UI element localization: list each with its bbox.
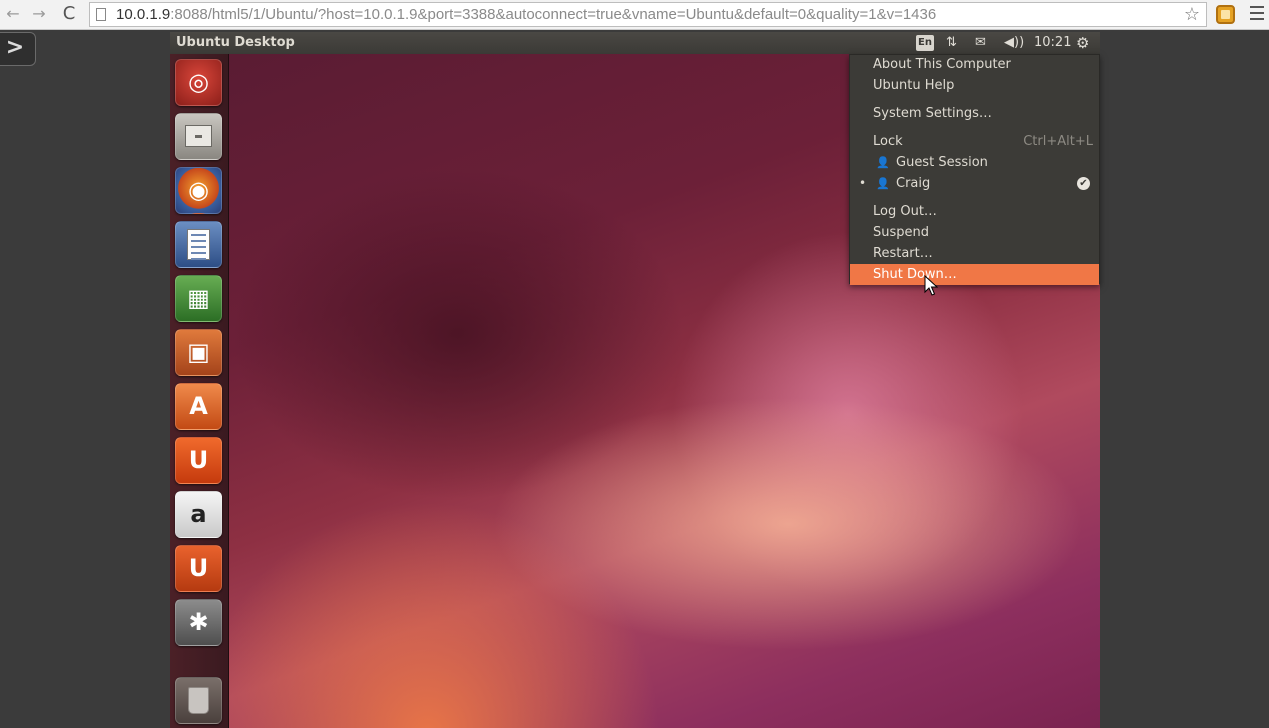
- browser-menu-icon[interactable]: [1250, 6, 1264, 22]
- launcher-writer[interactable]: [175, 221, 222, 268]
- launcher-impress[interactable]: ▣: [175, 329, 222, 376]
- panel-title: Ubuntu Desktop: [176, 35, 295, 50]
- mail-icon[interactable]: ✉: [975, 34, 986, 52]
- menu-guest-session[interactable]: 👤 Guest Session: [850, 152, 1099, 173]
- lock-shortcut: Ctrl+Alt+L: [1023, 134, 1093, 149]
- menu-user-craig[interactable]: • 👤 Craig ✔: [850, 173, 1099, 194]
- chevron-right-icon: >: [5, 35, 25, 60]
- menu-lock[interactable]: Lock Ctrl+Alt+L: [850, 131, 1099, 152]
- menu-system-settings[interactable]: System Settings…: [850, 103, 1099, 124]
- network-icon[interactable]: ⇅: [946, 34, 957, 52]
- launcher-calc[interactable]: ▦: [175, 275, 222, 322]
- menu-log-out[interactable]: Log Out…: [850, 201, 1099, 222]
- active-user-bullet: •: [859, 176, 867, 190]
- reload-button[interactable]: C: [59, 4, 79, 24]
- file-cabinet-icon: [185, 125, 212, 147]
- page-icon: [96, 8, 106, 21]
- launcher-ubuntu-one[interactable]: U: [175, 437, 222, 484]
- trash-icon: [188, 687, 209, 714]
- launcher-amazon[interactable]: a: [175, 491, 222, 538]
- launcher-firefox[interactable]: ◉: [175, 167, 222, 214]
- launcher: ◎ ◉ ▦ ▣ A U a U ✱: [170, 54, 229, 728]
- menu-about-this-computer[interactable]: About This Computer: [850, 54, 1099, 75]
- user-icon: 👤: [876, 156, 890, 169]
- url-path: :8088/html5/1/Ubuntu/?host=10.0.1.9&port…: [170, 6, 937, 23]
- user-icon: 👤: [876, 177, 890, 190]
- forward-button[interactable]: →: [29, 4, 49, 24]
- launcher-software-center[interactable]: A: [175, 383, 222, 430]
- spreadsheet-icon: ▦: [187, 284, 210, 312]
- back-button[interactable]: ←: [3, 4, 23, 24]
- url-text[interactable]: 10.0.1.9:8088/html5/1/Ubuntu/?host=10.0.…: [116, 6, 936, 23]
- session-menu: About This Computer Ubuntu Help System S…: [849, 54, 1100, 285]
- menu-separator: [850, 127, 1099, 128]
- user-label: Craig: [896, 176, 931, 191]
- menu-separator: [850, 197, 1099, 198]
- back-arrow-icon: ←: [6, 4, 20, 23]
- forward-arrow-icon: →: [32, 4, 46, 23]
- sound-icon[interactable]: ◀)): [1004, 34, 1024, 52]
- launcher-ubuntu-one-music[interactable]: U: [175, 545, 222, 592]
- mouse-cursor-icon: [924, 275, 938, 296]
- headphones-icon: U: [188, 554, 209, 582]
- launcher-dash[interactable]: ◎: [175, 59, 222, 106]
- software-bag-icon: A: [189, 392, 208, 420]
- bookmark-star-icon[interactable]: ☆: [1184, 4, 1200, 25]
- address-bar[interactable]: 10.0.1.9:8088/html5/1/Ubuntu/?host=10.0.…: [89, 2, 1207, 27]
- browser-toolbar: ← → C 10.0.1.9:8088/html5/1/Ubuntu/?host…: [0, 0, 1269, 30]
- menu-suspend[interactable]: Suspend: [850, 222, 1099, 243]
- presentation-icon: ▣: [187, 338, 210, 366]
- reload-icon: C: [62, 3, 76, 24]
- menu-shut-down[interactable]: Shut Down…: [850, 264, 1099, 285]
- extension-icon[interactable]: [1216, 5, 1235, 24]
- guest-session-label: Guest Session: [896, 155, 988, 170]
- sidebar-toggle-button[interactable]: >: [0, 32, 36, 66]
- writer-document-icon: [187, 229, 210, 260]
- ubuntu-logo-icon: ◎: [188, 68, 209, 96]
- url-host: 10.0.1.9: [116, 6, 171, 23]
- settings-wrench-icon: ✱: [188, 608, 209, 636]
- launcher-system-settings[interactable]: ✱: [175, 599, 222, 646]
- ubuntu-one-icon: U: [188, 446, 209, 474]
- menu-restart[interactable]: Restart…: [850, 243, 1099, 264]
- menu-ubuntu-help[interactable]: Ubuntu Help: [850, 75, 1099, 96]
- menu-separator: [850, 99, 1099, 100]
- checkmark-icon: ✔: [1077, 177, 1090, 190]
- amazon-icon: a: [190, 500, 207, 528]
- clock[interactable]: 10:21: [1034, 34, 1071, 52]
- firefox-icon: ◉: [188, 176, 209, 204]
- session-gear-icon[interactable]: ⚙: [1076, 34, 1089, 52]
- launcher-trash[interactable]: [175, 677, 222, 724]
- top-panel: Ubuntu Desktop En ⇅ ✉ ◀)) 10:21 ⚙: [170, 32, 1100, 54]
- lock-label: Lock: [873, 134, 903, 149]
- keyboard-indicator[interactable]: En: [916, 35, 934, 51]
- launcher-files[interactable]: [175, 113, 222, 160]
